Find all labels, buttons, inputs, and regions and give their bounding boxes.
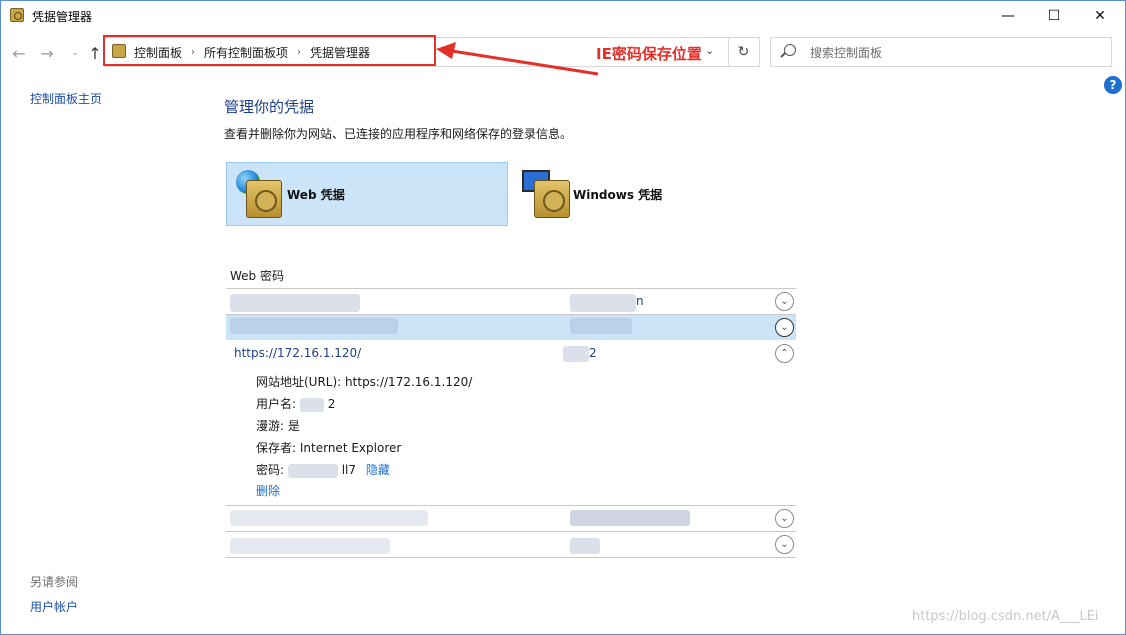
redacted-username — [299, 397, 324, 412]
vault-icon — [534, 180, 570, 218]
see-also-heading: 另请参阅 — [30, 575, 79, 589]
detail-url-value: https://172.16.1.120/ — [345, 375, 473, 389]
window-title: 凭据管理器 — [32, 10, 93, 24]
username-fragment: n — [636, 294, 644, 308]
help-icon[interactable]: ? — [1104, 76, 1122, 94]
detail-username-label: 用户名: — [256, 397, 297, 411]
web-credentials-label: Web 凭据 — [287, 188, 345, 202]
refresh-button[interactable]: ↻ — [728, 37, 758, 67]
section-divider — [226, 288, 796, 289]
windows-credentials-label: Windows 凭据 — [573, 188, 663, 202]
detail-password-fragment: ll7 — [341, 463, 357, 477]
page-title: 管理你的凭据 — [224, 98, 315, 116]
detail-roaming-label: 漫游: — [256, 419, 285, 433]
expand-chevron-icon[interactable]: ⌄ — [775, 292, 794, 311]
credential-url[interactable]: https://172.16.1.120/ — [234, 346, 361, 360]
row-divider — [226, 531, 796, 532]
user-accounts-link[interactable]: 用户帐户 — [30, 598, 78, 615]
close-button[interactable]: ✕ — [1077, 1, 1123, 31]
address-dropdown-icon[interactable]: ⌄ — [705, 44, 714, 57]
expand-chevron-icon[interactable]: ⌄ — [775, 318, 794, 337]
vault-icon — [246, 180, 282, 218]
detail-saved-by-label: 保存者: — [256, 441, 297, 455]
web-passwords-heading: Web 密码 — [230, 269, 284, 283]
collapse-chevron-icon[interactable]: ⌃ — [775, 344, 794, 363]
detail-password-label: 密码: — [256, 463, 285, 477]
redacted-url — [230, 510, 428, 526]
detail-username-fragment: 2 — [327, 397, 336, 411]
redacted-username — [563, 346, 589, 362]
detail-roaming: 漫游: 是 — [256, 417, 300, 434]
annotation-highlight-box — [103, 35, 436, 66]
detail-saved-by-value: Internet Explorer — [299, 441, 402, 455]
title-bar — [1, 1, 1125, 31]
maximize-button[interactable]: ☐ — [1031, 1, 1077, 31]
redacted-url — [230, 538, 390, 554]
redacted-username — [570, 538, 600, 554]
credential-username-fragment: 2 — [589, 346, 597, 360]
annotation-label: IE密码保存位置 — [596, 45, 702, 63]
detail-url: 网站地址(URL): https://172.16.1.120/ — [256, 373, 472, 390]
row-divider — [226, 505, 796, 506]
forward-arrow-icon[interactable]: → — [36, 42, 58, 64]
redacted-url — [230, 294, 360, 312]
redacted-url — [230, 318, 398, 334]
back-arrow-icon[interactable]: ← — [8, 42, 30, 64]
page-description: 查看并删除你为网站、已连接的应用程序和网络保存的登录信息。 — [224, 127, 573, 141]
credential-vault-icon — [10, 8, 24, 22]
search-placeholder: 搜索控制面板 — [810, 46, 883, 60]
redacted-username — [570, 318, 632, 334]
redacted-username — [570, 294, 636, 312]
annotation-arrow-icon — [436, 42, 599, 76]
detail-password: 密码: ll7 隐藏 — [256, 461, 390, 478]
detail-saved-by: 保存者: Internet Explorer — [256, 439, 401, 456]
detail-username: 用户名: 2 — [256, 395, 335, 412]
expand-chevron-icon[interactable]: ⌄ — [775, 509, 794, 528]
recent-locations-chevron-icon[interactable]: ⌄ — [64, 42, 86, 64]
row-divider — [226, 557, 796, 558]
minimize-button[interactable]: — — [985, 1, 1031, 31]
expand-chevron-icon[interactable]: ⌄ — [775, 535, 794, 554]
search-icon — [784, 44, 796, 56]
hide-password-link[interactable]: 隐藏 — [366, 463, 390, 477]
delete-credential-link[interactable]: 删除 — [256, 482, 280, 499]
detail-url-label: 网站地址(URL): — [256, 375, 342, 389]
watermark: https://blog.csdn.net/A___LEi — [912, 609, 1099, 624]
control-panel-home-link[interactable]: 控制面板主页 — [30, 90, 102, 107]
redacted-password — [287, 463, 338, 478]
detail-roaming-value: 是 — [287, 419, 300, 433]
redacted-username — [570, 510, 690, 526]
